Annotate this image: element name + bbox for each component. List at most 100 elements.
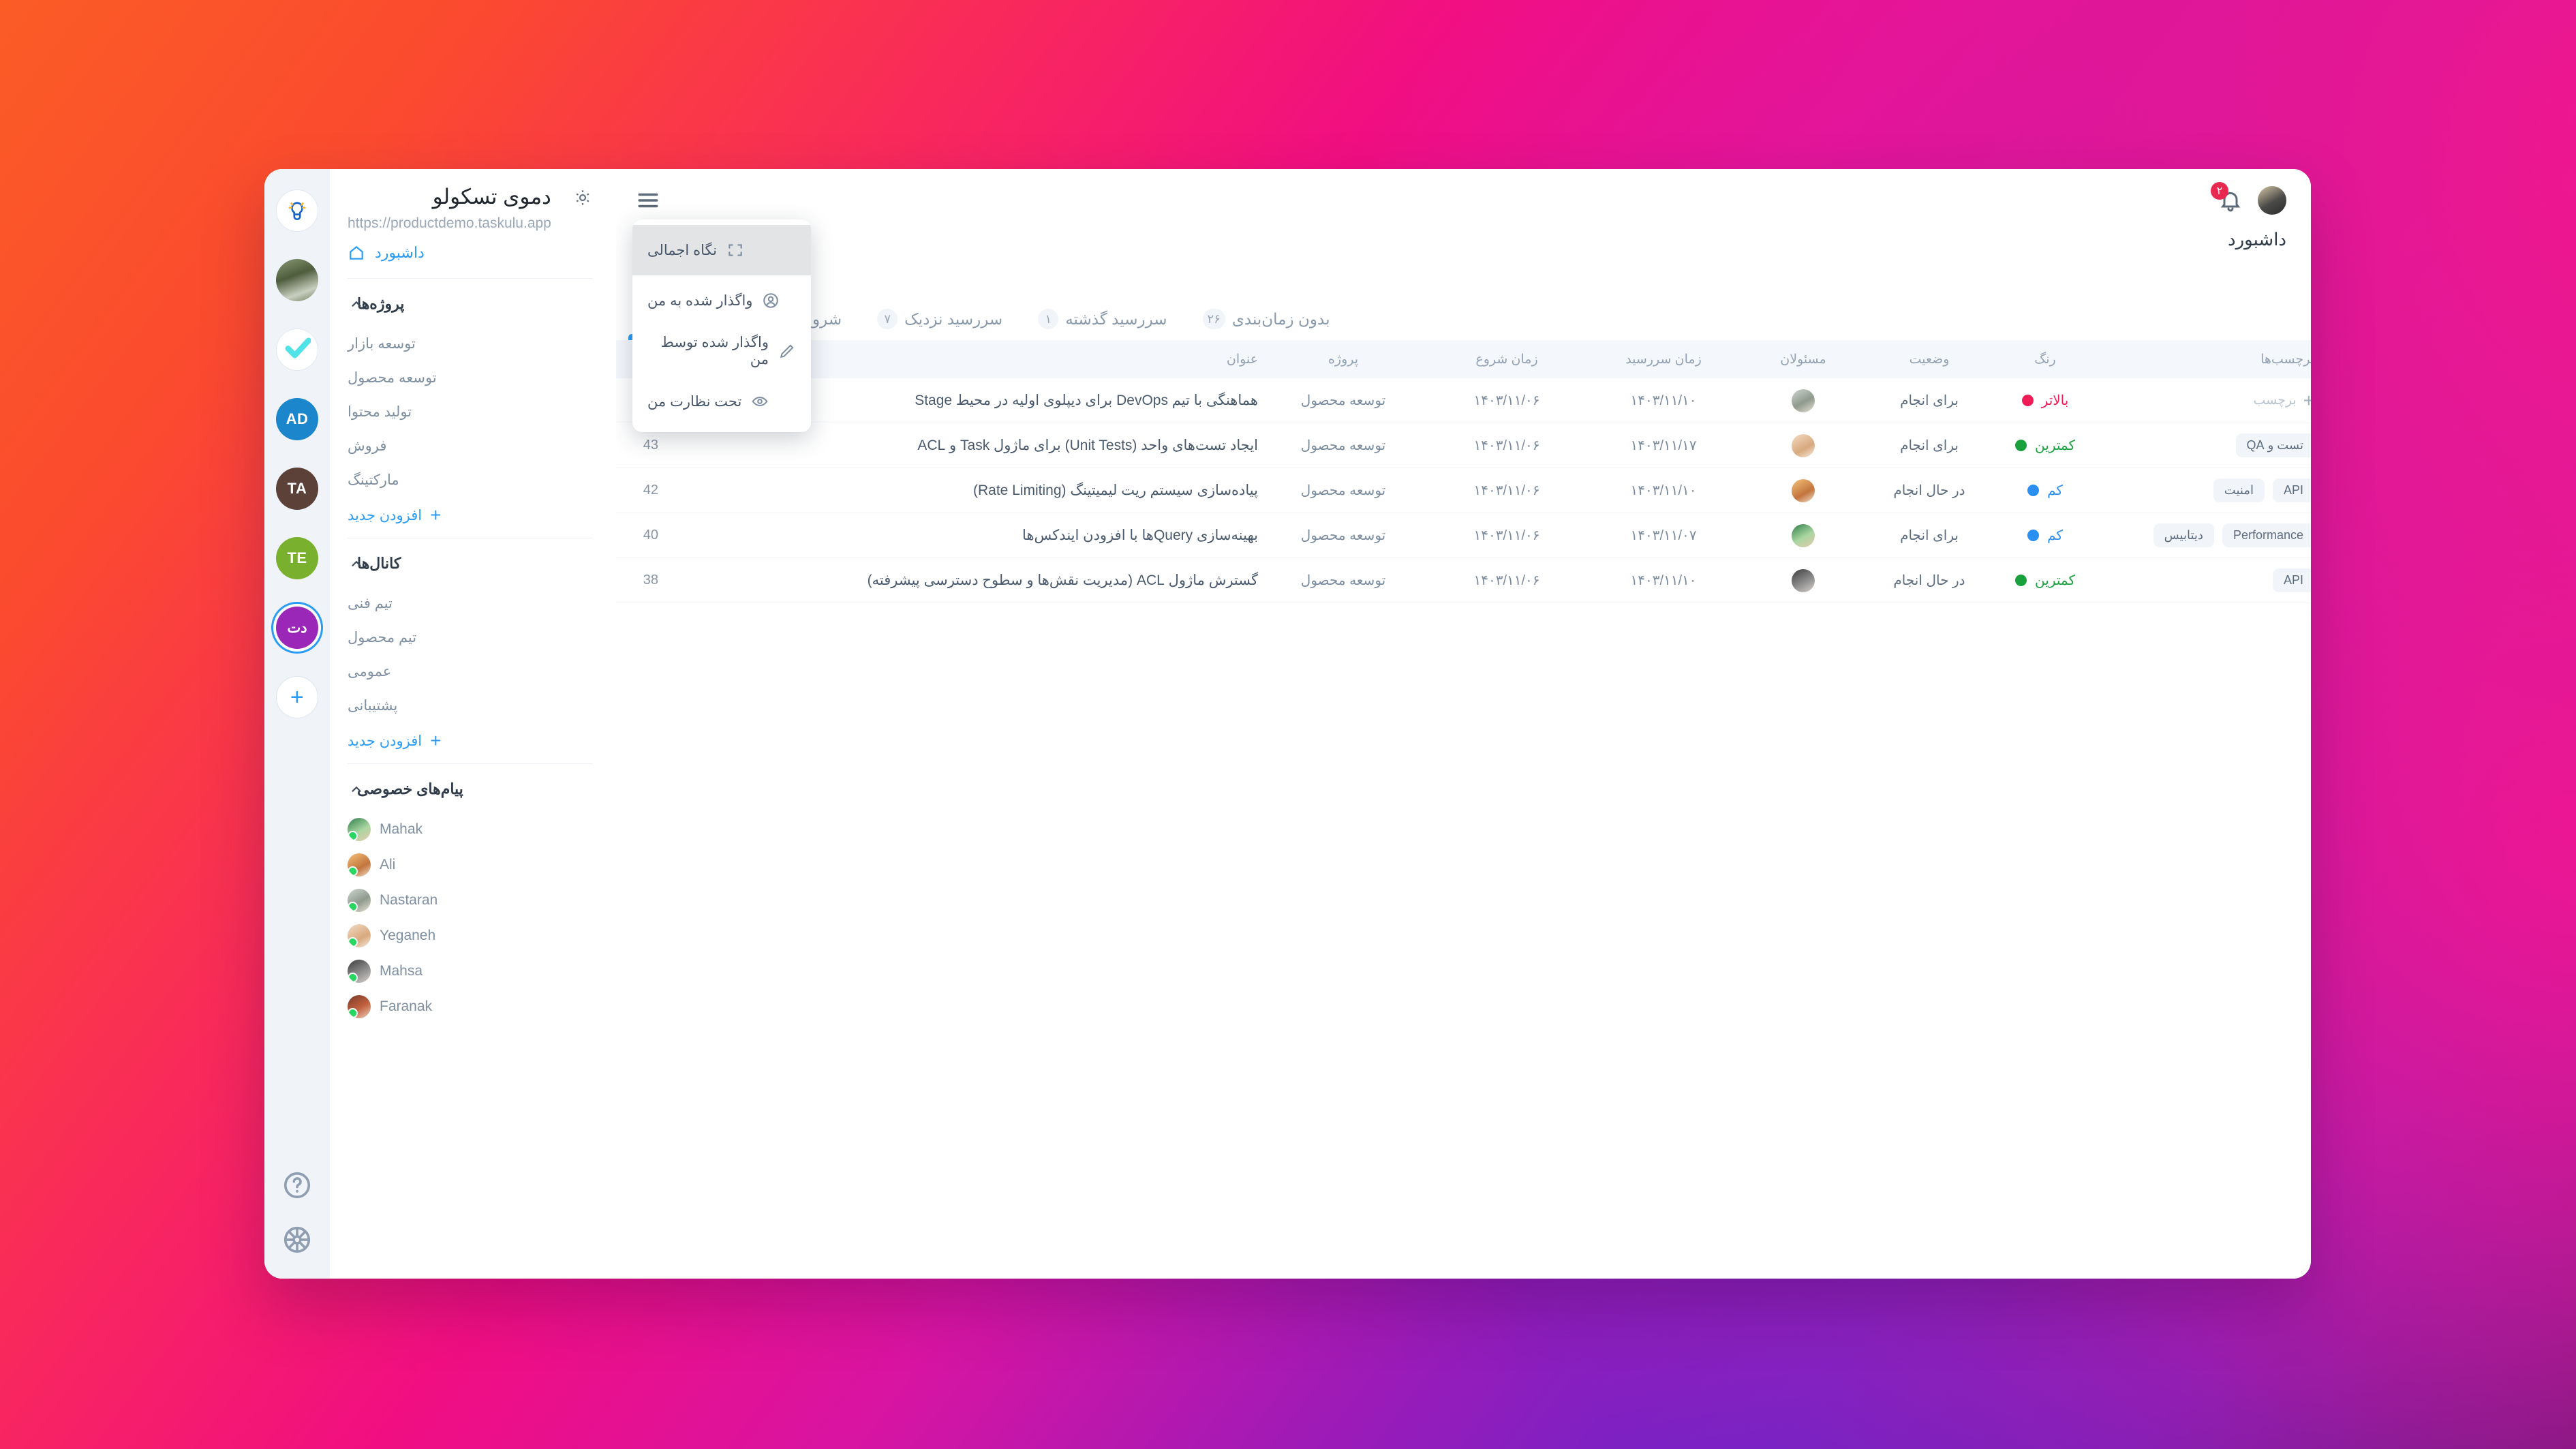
menu-item-assigned-to-me[interactable]: واگذار شده به من [632,275,811,326]
list-item[interactable]: Ali [348,847,593,883]
row-project[interactable]: توسعه محصول [1258,437,1428,454]
table-row[interactable]: 38 گسترش ماژول ACL (مدیریت نقش‌ها و سطوح… [616,558,2311,603]
row-due-date[interactable]: ۱۴۰۳/۱۱/۱۰ [1585,392,1742,409]
hamburger-menu-icon[interactable] [637,189,660,212]
tab-due-soon[interactable]: ۷ سررسید نزدیک [859,309,1020,340]
te-workspace[interactable]: TE [276,537,318,579]
ad-workspace[interactable]: AD [276,398,318,440]
row-start-date[interactable]: ۱۴۰۳/۱۱/۰۶ [1428,527,1585,544]
list-item[interactable]: Nastaran [348,883,593,918]
sidebar-group-projects[interactable]: پروژه‌ها [348,281,593,326]
table-row[interactable]: 44 هماهنگی با تیم DevOps برای دیپلوی اول… [616,378,2311,423]
row-color[interactable]: بالاتر [1994,392,2096,409]
row-start-date[interactable]: ۱۴۰۳/۱۱/۰۶ [1428,482,1585,499]
row-tags[interactable]: API [2096,568,2311,592]
menu-item-assigned-by-me[interactable]: واگذار شده توسط من [632,326,811,376]
chevron-up-icon[interactable] [349,296,364,311]
dt-workspace-active[interactable]: دت [276,607,318,649]
tab-overdue[interactable]: ۱ سررسید گذشته [1020,309,1184,340]
row-title[interactable]: ایجاد تست‌های واحد (Unit Tests) برای ماژ… [658,437,1258,454]
row-status[interactable]: در حال انجام [1865,482,1994,499]
tab-unscheduled[interactable]: ۲۶ بدون زمان‌بندی [1185,309,1348,340]
column-header-tags[interactable]: برچسب‌ها [2096,352,2311,367]
avatar[interactable] [2258,186,2286,215]
row-start-date[interactable]: ۱۴۰۳/۱۱/۰۶ [1428,437,1585,454]
sidebar-item-project[interactable]: مارکتینگ [348,463,593,497]
check-workspace[interactable] [276,329,318,371]
row-color[interactable]: کم [1994,482,2096,499]
gear-icon[interactable] [572,187,593,208]
row-tags[interactable]: Performance دیتابیس [2096,523,2311,547]
question-circle-icon[interactable] [281,1170,313,1201]
row-status[interactable]: در حال انجام [1865,572,1994,589]
row-due-date[interactable]: ۱۴۰۳/۱۱/۱۰ [1585,572,1742,589]
row-start-date[interactable]: ۱۴۰۳/۱۱/۰۶ [1428,392,1585,409]
sidebar-group-direct-messages[interactable]: پیام‌های خصوصی [348,767,593,812]
menu-item-watched-by-me[interactable]: تحت نظارت من [632,376,811,427]
row-project[interactable]: توسعه محصول [1258,572,1428,589]
table-row[interactable]: 40 بهینه‌سازی Queryها با افزودن ایندکس‌ه… [616,513,2311,558]
add-channel-button[interactable]: افزودن جدید + [348,722,593,759]
list-item[interactable]: Mahak [348,812,593,847]
row-status[interactable]: برای انجام [1865,437,1994,454]
list-item[interactable]: Yeganeh [348,918,593,954]
add-workspace-button[interactable]: + [276,676,318,718]
tag-chip[interactable]: تست و QA [2235,433,2311,457]
row-assignee[interactable] [1742,388,1865,412]
tag-chip[interactable]: API [2272,478,2311,502]
row-due-date[interactable]: ۱۴۰۳/۱۱/۰۷ [1585,527,1742,544]
row-assignee[interactable] [1742,523,1865,547]
sidebar-item-channel[interactable]: عمومی [348,654,593,688]
bell-icon[interactable]: ۲ [2211,182,2243,213]
row-color[interactable]: کمترین [1994,572,2096,589]
row-project[interactable]: توسعه محصول [1258,392,1428,409]
row-status[interactable]: برای انجام [1865,527,1994,544]
column-header-color[interactable]: رنگ [1994,352,2096,367]
table-row[interactable]: 42 پیاده‌سازی سیستم ریت لیمیتینگ (Rate L… [616,468,2311,513]
ta-workspace[interactable]: TA [276,468,318,510]
row-status[interactable]: برای انجام [1865,392,1994,409]
row-title[interactable]: بهینه‌سازی Queryها با افزودن ایندکس‌ها [658,527,1258,544]
row-start-date[interactable]: ۱۴۰۳/۱۱/۰۶ [1428,572,1585,589]
settings-wheel-icon[interactable] [281,1224,313,1255]
row-title[interactable]: گسترش ماژول ACL (مدیریت نقش‌ها و سطوح دس… [658,572,1258,589]
row-color[interactable]: کم [1994,527,2096,544]
tag-chip[interactable]: API [2272,568,2311,592]
row-project[interactable]: توسعه محصول [1258,482,1428,499]
row-due-date[interactable]: ۱۴۰۳/۱۱/۱۷ [1585,437,1742,454]
row-tags[interactable]: API امنیت [2096,478,2311,502]
sidebar-item-channel[interactable]: پشتیبانی [348,688,593,722]
chevron-up-icon[interactable] [349,782,364,797]
list-item[interactable]: Faranak [348,989,593,1024]
sidebar-item-channel[interactable]: تیم محصول [348,620,593,654]
column-header-assignees[interactable]: مسئولان [1742,352,1865,367]
column-header-due[interactable]: زمان سررسید [1585,352,1742,367]
row-project[interactable]: توسعه محصول [1258,527,1428,544]
sidebar-item-project[interactable]: توسعه بازار [348,326,593,361]
column-header-start[interactable]: زمان شروع [1428,352,1585,367]
sidebar-item-project[interactable]: فروش [348,429,593,463]
table-row[interactable]: 43 ایجاد تست‌های واحد (Unit Tests) برای … [616,423,2311,468]
bulb-at-icon[interactable] [276,189,318,232]
row-color[interactable]: کمترین [1994,437,2096,454]
tag-chip[interactable]: دیتابیس [2153,523,2214,547]
tag-chip[interactable]: امنیت [2213,478,2265,502]
photo-workspace[interactable] [276,259,318,301]
sidebar-item-project[interactable]: تولید محتوا [348,395,593,429]
add-tag-button[interactable]: برچسب + [2254,391,2311,410]
add-project-button[interactable]: افزودن جدید + [348,497,593,534]
row-assignee[interactable] [1742,433,1865,457]
sidebar-item-channel[interactable]: تیم فنی [348,586,593,620]
menu-item-overview[interactable]: نگاه اجمالی [632,225,811,275]
row-title[interactable]: پیاده‌سازی سیستم ریت لیمیتینگ (Rate Limi… [658,482,1258,499]
row-assignee[interactable] [1742,478,1865,502]
sidebar-group-channels[interactable]: کانال‌ها [348,541,593,586]
column-header-status[interactable]: وضعیت [1865,352,1994,367]
row-due-date[interactable]: ۱۴۰۳/۱۱/۱۰ [1585,482,1742,499]
column-header-project[interactable]: پروژه [1258,352,1428,367]
tag-chip[interactable]: Performance [2222,523,2311,547]
chevron-up-icon[interactable] [349,556,364,571]
list-item[interactable]: Mahsa [348,954,593,989]
sidebar-item-project[interactable]: توسعه محصول [348,361,593,395]
row-tags[interactable]: تست و QA [2096,433,2311,457]
